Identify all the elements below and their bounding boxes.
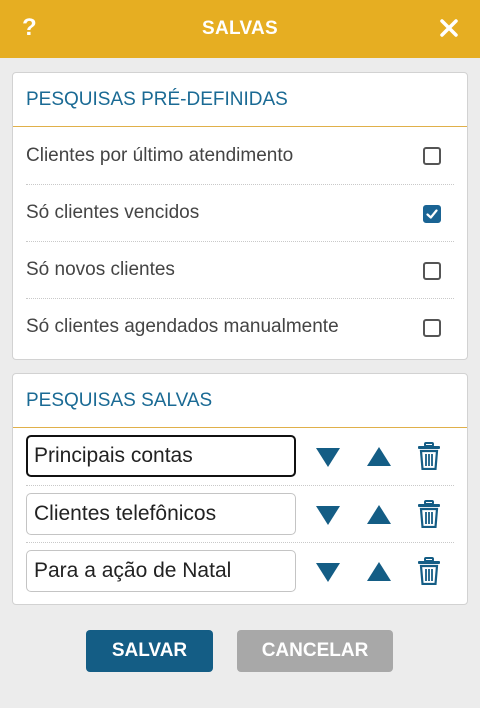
predefined-item-label: Só novos clientes — [26, 259, 175, 280]
predefined-searches-title: PESQUISAS PRÉ-DEFINIDAS — [13, 73, 467, 127]
saved-searches-panel: PESQUISAS SALVAS Principais contas Clien… — [12, 373, 468, 605]
checkmark-icon — [426, 209, 438, 219]
predefined-item-checkbox[interactable] — [423, 147, 441, 165]
move-up-icon[interactable] — [366, 445, 392, 469]
move-up-icon[interactable] — [366, 503, 392, 527]
saved-search-name-input[interactable]: Clientes telefônicos — [26, 493, 296, 535]
saved-searches-title: PESQUISAS SALVAS — [13, 374, 467, 428]
saved-search-name-input[interactable]: Para a ação de Natal — [26, 550, 296, 592]
saved-search-row: Clientes telefônicos — [26, 485, 454, 542]
move-down-icon[interactable] — [315, 445, 341, 469]
predefined-item-checkbox[interactable] — [423, 319, 441, 337]
close-icon[interactable] — [438, 17, 460, 39]
help-button[interactable]: ? — [22, 14, 37, 42]
cancel-button[interactable]: CANCELAR — [237, 630, 393, 672]
trash-icon[interactable] — [417, 557, 441, 585]
predefined-item-label: Clientes por último atendimento — [26, 144, 294, 166]
move-down-icon[interactable] — [315, 503, 341, 527]
predefined-item: Clientes por último atendimento — [26, 127, 454, 184]
predefined-item: Só clientes vencidos — [26, 184, 454, 241]
saved-search-row: Para a ação de Natal — [26, 542, 454, 599]
saved-search-row: Principais contas — [26, 428, 454, 485]
predefined-item-label: Só clientes agendados manualmente — [26, 316, 339, 337]
move-up-icon[interactable] — [366, 560, 392, 584]
predefined-item-checkbox[interactable] — [423, 262, 441, 280]
saved-search-name-input[interactable]: Principais contas — [26, 435, 296, 477]
predefined-item-label: Só clientes vencidos — [26, 202, 200, 223]
dialog-title: SALVAS — [201, 18, 279, 39]
predefined-item: Só novos clientes — [26, 241, 454, 298]
dialog-header: ? SALVAS — [0, 0, 480, 58]
predefined-item-checkbox[interactable] — [423, 205, 441, 223]
save-button[interactable]: SALVAR — [86, 630, 213, 672]
predefined-item: Só clientes agendados manualmente — [26, 298, 454, 355]
move-down-icon[interactable] — [315, 560, 341, 584]
trash-icon[interactable] — [417, 442, 441, 470]
trash-icon[interactable] — [417, 500, 441, 528]
predefined-searches-panel: PESQUISAS PRÉ-DEFINIDAS Clientes por últ… — [12, 72, 468, 360]
